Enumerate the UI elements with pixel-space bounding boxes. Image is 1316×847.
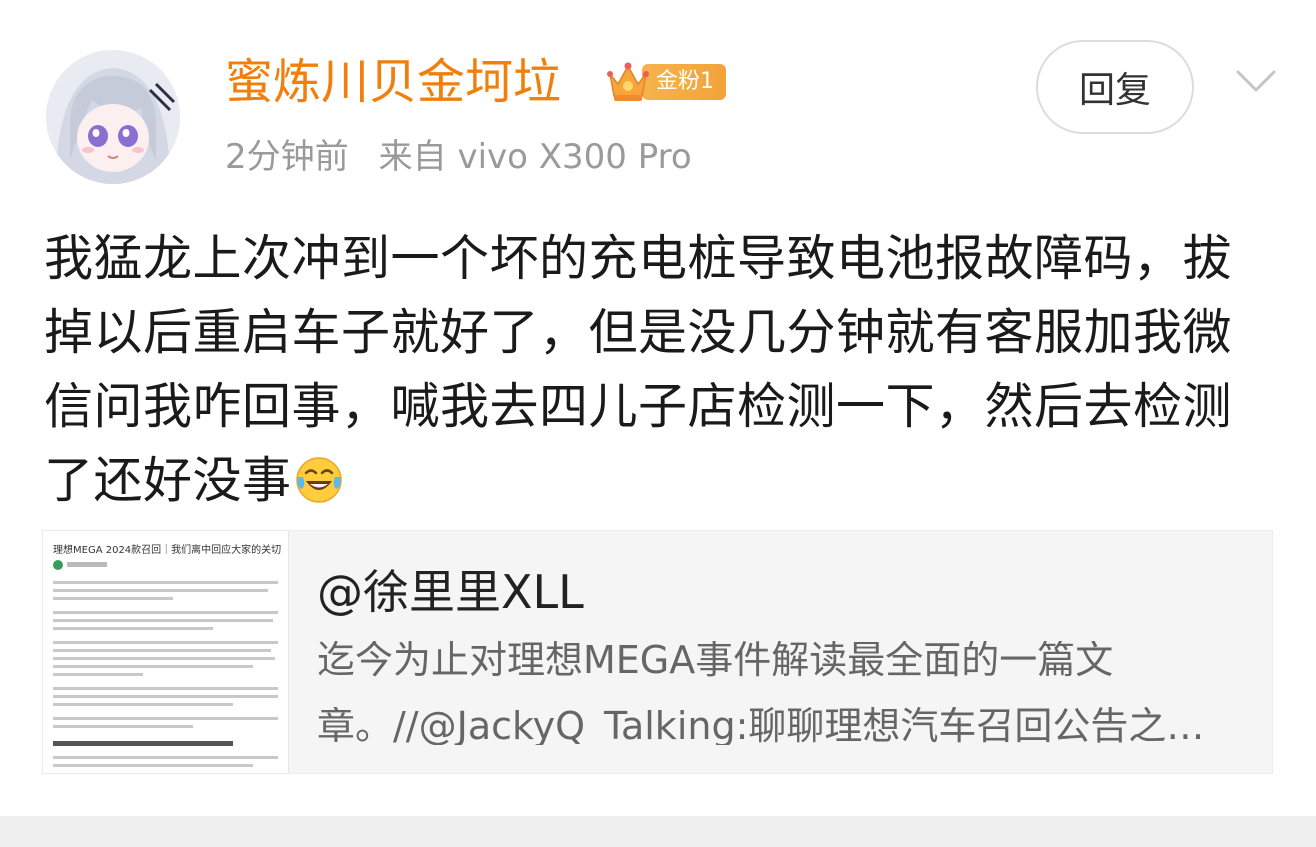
post-text: 我猛龙上次冲到一个坏的充电桩导致电池报故障码，拔掉以后重启车子就好了，但是没几分… — [44, 222, 1274, 518]
weibo-comment: 蜜炼川贝金坷垃 金粉1 2分钟前 来自 vivo X300 Pro 回复 我猛龙上… — [0, 0, 1316, 847]
shared-post-desc-line-2: 章。//@JackyQ_Talking:聊聊理想汽车召回公告之… — [317, 707, 1205, 745]
post-meta: 2分钟前 来自 vivo X300 Pro — [225, 136, 692, 178]
avatar[interactable] — [46, 50, 180, 184]
shared-post-description: 迄今为止对理想MEGA事件解读最全面的一篇文 章。//@JackyQ_Talki… — [317, 641, 1261, 773]
thumb-heading: 理想MEGA 2024款召回｜我们离中回应大家的关切 — [53, 543, 281, 556]
post-source: 来自 vivo X300 Pro — [378, 137, 692, 177]
shared-post-thumbnail: 理想MEGA 2024款召回｜我们离中回应大家的关切 — [43, 531, 289, 773]
post-time: 2分钟前 — [225, 137, 349, 177]
reply-button[interactable]: 回复 — [1036, 40, 1194, 134]
fan-badge-label: 金粉1 — [642, 64, 726, 100]
shared-post-card[interactable]: 理想MEGA 2024款召回｜我们离中回应大家的关切 @徐里里XLL 迄今为止对… — [42, 530, 1273, 774]
post-text-content: 我猛龙上次冲到一个坏的充电桩导致电池报故障码，拔掉以后重启车子就好了，但是没几分… — [44, 230, 1233, 509]
fan-badge[interactable]: 金粉1 — [604, 58, 726, 106]
chevron-down-icon[interactable] — [1232, 62, 1280, 102]
bottom-divider — [0, 816, 1316, 847]
crown-icon — [607, 62, 649, 101]
laughing-crying-emoji-icon — [295, 457, 342, 503]
shared-post-author[interactable]: @徐里里XLL — [317, 563, 584, 621]
username[interactable]: 蜜炼川贝金坷垃 — [225, 52, 561, 112]
shared-post-desc-line-1: 迄今为止对理想MEGA事件解读最全面的一篇文 — [317, 641, 1114, 679]
